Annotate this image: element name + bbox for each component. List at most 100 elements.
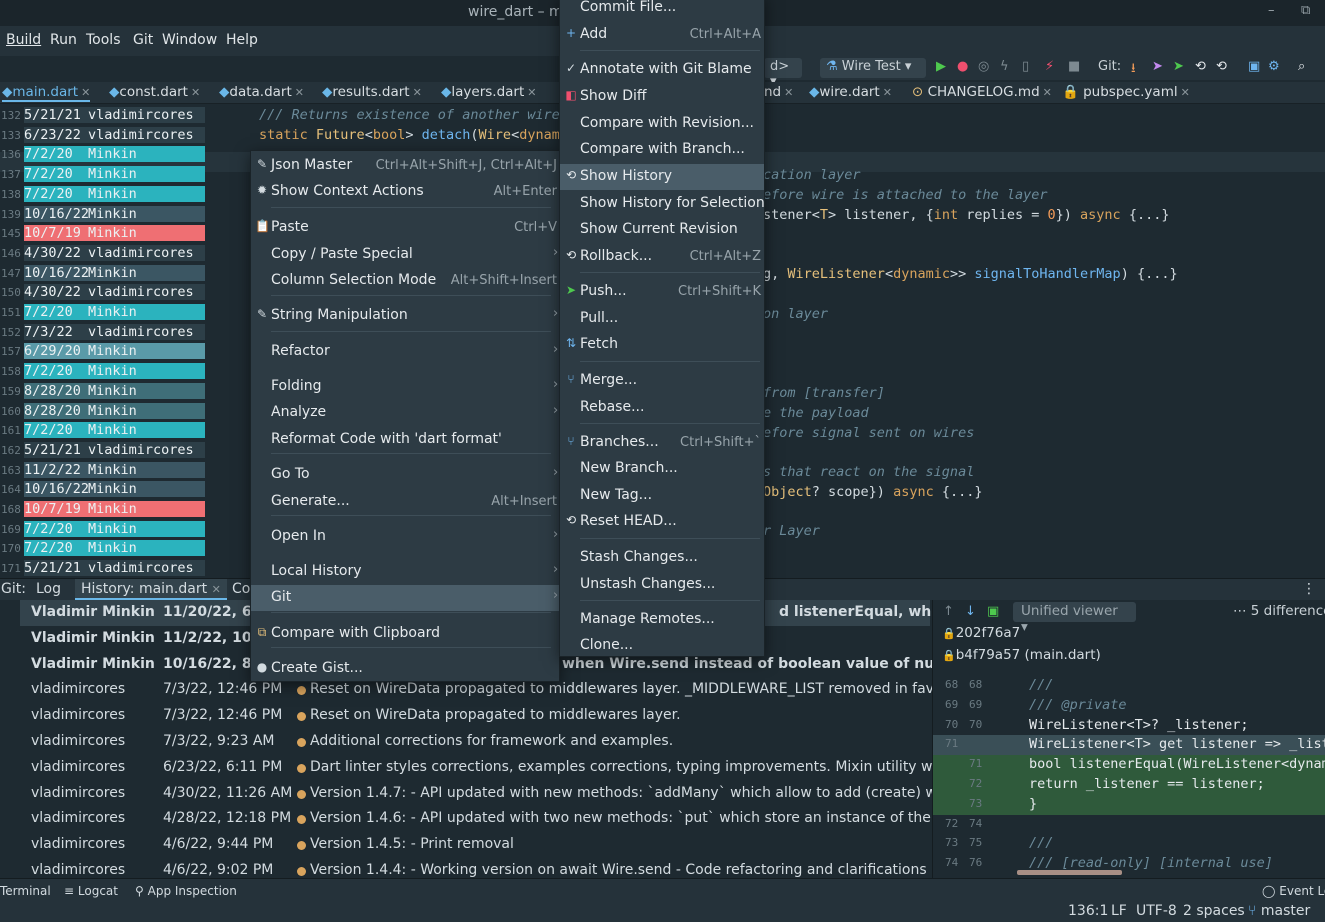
blame-row[interactable]: 169 7/2/20 Minkin [0,520,205,541]
run-icon[interactable]: ▶ [936,59,946,74]
indent-setting[interactable]: 2 spaces [1183,903,1245,919]
blame-annotation[interactable]: 11/2/22 Minkin [24,461,205,478]
blame-row[interactable]: 150 4/30/22 vladimircores [0,284,205,304]
tab-results-dart[interactable]: ◆results.dart ✕ [322,84,422,100]
tab-main-dart[interactable]: ◆main.dart ✕ [2,84,91,102]
context-menu-item[interactable]: ● Create Gist... [251,656,559,682]
blame-annotation[interactable]: 10/16/22Minkin [24,481,205,498]
context-menu-item[interactable]: Refactor › [251,339,559,365]
blame-row[interactable]: 151 7/2/20 Minkin [0,304,205,324]
blame-annotation[interactable]: 5/21/21 vladimircores [24,107,205,123]
context-menu-item[interactable]: Generate... Alt+Insert [251,489,559,515]
logcat-button[interactable]: ≡ Logcat [64,884,118,898]
blame-annotation[interactable]: 6/29/20 Minkin [24,343,205,360]
debug-icon[interactable]: ● [957,59,968,74]
blame-row[interactable]: 163 11/2/22 Minkin [0,461,205,482]
context-menu-item[interactable]: ✎ String Manipulation › [251,303,559,329]
close-icon[interactable]: ✕ [413,86,422,99]
git-commit-icon[interactable]: ➤ [1152,59,1163,74]
save-icon[interactable]: ▣ [987,604,999,619]
git-menu-item[interactable]: Compare with Branch... [560,137,764,163]
git-menu-item[interactable]: New Branch... [560,456,764,482]
blame-row[interactable]: 160 8/28/20 Minkin [0,402,205,423]
log-row[interactable]: vladimircores 6/23/22, 6:11 PM Dart linter… [20,755,979,781]
menu-build[interactable]: Build [6,32,41,48]
more-options-icon[interactable]: ⋮ [1302,581,1316,597]
menu-run[interactable]: Run [50,32,77,48]
log-row[interactable]: vladimircores 7/3/22, 12:46 PM Reset on Wi… [20,703,930,729]
tab-pubspec[interactable]: 🔒 pubspec.yaml ✕ [1062,84,1190,100]
blame-annotation[interactable]: 7/2/20 Minkin [24,520,205,537]
tab-log[interactable]: Log [36,581,61,597]
viewer-select[interactable]: Unified viewer ▾ [1013,602,1136,635]
blame-annotation[interactable]: 10/7/19 Minkin [24,501,205,517]
tab-partial[interactable]: nd ✕ [764,84,793,100]
close-icon[interactable]: ✕ [295,86,304,99]
blame-row[interactable]: 164 10/16/22Minkin [0,481,205,501]
log-row[interactable]: vladimircores 4/6/22, 9:44 PM Version 1.4.… [20,832,930,858]
git-menu-item[interactable]: ⟲ Show History [560,164,764,190]
app-inspection-button[interactable]: ⚲ App Inspection [135,884,237,898]
blame-row[interactable]: 162 5/21/21 vladimircores [0,441,205,462]
restore-icon[interactable]: ⧉ [1301,3,1310,18]
blame-row[interactable]: 168 10/7/19 Minkin [0,501,205,521]
close-icon[interactable]: ✕ [527,86,536,99]
tab-history-main[interactable]: History: main.dart ✕ [75,579,227,600]
device-select[interactable]: d> ▾ [764,58,802,89]
blame-row[interactable]: 146 4/30/22 vladimircores [0,244,205,265]
close-icon[interactable]: ✕ [1181,86,1190,99]
sdk-icon[interactable]: ⚙ [1268,59,1280,74]
context-menu-item[interactable]: Analyze › [251,400,559,426]
blame-annotation[interactable]: 7/2/20 Minkin [24,304,205,320]
menu-git[interactable]: Git [133,32,153,48]
git-menu-item[interactable]: Show History for Selection [560,191,765,217]
tab-changelog[interactable]: ⊙ CHANGELOG.md ✕ [912,84,1052,100]
git-menu-item[interactable]: Pull... [560,306,764,332]
blame-annotation[interactable]: 7/2/20 Minkin [24,166,205,183]
blame-row[interactable]: 170 7/2/20 Minkin [0,540,205,560]
git-menu-item[interactable]: Compare with Revision... [560,111,764,137]
close-icon[interactable]: ✕ [191,86,200,99]
blame-annotation[interactable]: 10/7/19 Minkin [24,225,205,242]
coverage-icon[interactable]: ◎ [978,59,989,74]
context-menu-item[interactable]: 📋 Paste Ctrl+V [251,215,559,241]
git-menu-item[interactable]: ⟲ Rollback... Ctrl+Alt+Z [560,244,764,270]
git-menu-item[interactable]: ◧ Show Diff [560,84,764,110]
blame-row[interactable]: 138 7/2/20 Minkin [0,185,205,206]
blame-row[interactable]: 152 7/3/22 vladimircores [0,323,205,344]
git-rollback-icon[interactable]: ⟲ [1216,59,1227,74]
minimize-icon[interactable]: – [1268,3,1275,18]
close-icon[interactable]: ✕ [212,583,221,596]
blame-row[interactable]: 137 7/2/20 Minkin [0,166,205,186]
git-history-icon[interactable]: ⟲ [1195,59,1206,74]
blame-annotation[interactable]: 7/2/20 Minkin [24,363,205,380]
close-icon[interactable]: ✕ [81,86,90,99]
terminal-button[interactable]: Terminal [0,884,51,898]
log-row[interactable]: vladimircores 4/28/22, 12:18 PM Version 1.… [20,806,978,832]
menu-help[interactable]: Help [226,32,258,48]
down-arrow-icon[interactable]: ↓ [965,604,976,619]
context-menu-item[interactable]: ✹ Show Context Actions Alt+Enter [251,179,559,205]
git-push-icon[interactable]: ➤ [1173,59,1184,74]
context-menu-item[interactable]: Git › [251,585,559,611]
context-menu-item[interactable]: ⧉ Compare with Clipboard [251,621,559,647]
blame-annotation[interactable]: 6/23/22 vladimircores [24,126,205,143]
blame-row[interactable]: 136 7/2/20 Minkin [0,146,205,166]
log-row[interactable]: vladimircores 4/30/22, 11:26 AM Version 1.… [20,781,985,807]
blame-annotation[interactable]: 7/2/20 Minkin [24,422,205,439]
blame-row[interactable]: 171 5/21/21 vladimircores [0,560,205,580]
close-icon[interactable]: ✕ [883,86,892,99]
git-menu-item[interactable]: ⟲ Reset HEAD... [560,509,764,535]
git-menu-item[interactable]: New Tag... [560,483,764,509]
blame-annotation[interactable]: 4/30/22 vladimircores [24,284,205,301]
blame-row[interactable]: 147 10/16/22Minkin [0,264,205,285]
blame-annotation[interactable]: 10/16/22Minkin [24,264,205,281]
git-menu-item[interactable]: ⑂ Merge... [560,368,764,394]
context-menu-item[interactable]: Folding › [251,374,559,400]
blame-row[interactable]: 157 6/29/20 Minkin [0,343,205,363]
blame-annotation[interactable]: 7/2/20 Minkin [24,540,205,557]
git-menu-item[interactable]: Clone... [560,633,764,659]
git-menu-item[interactable]: Stash Changes... [560,545,764,571]
tab-console[interactable]: Co [232,581,250,597]
blame-row[interactable]: 139 10/16/22Minkin [0,205,205,226]
